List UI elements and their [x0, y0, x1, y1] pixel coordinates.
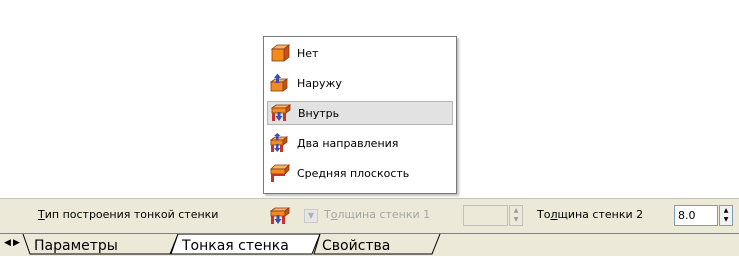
spin-down-icon[interactable]: ▼	[510, 215, 522, 224]
tab-properties[interactable]: Свойства	[322, 238, 390, 254]
wall-type-dropdown-button[interactable]: ▼	[304, 209, 318, 223]
tab-parameters[interactable]: Параметры	[34, 238, 118, 254]
tabs: Параметры Тонкая стенка Свойства	[22, 234, 441, 255]
menu-item-label: Средняя плоскость	[297, 166, 410, 180]
thickness1-label: Толщина стенки 1	[324, 208, 430, 221]
tab-bar: ◀ ▶ Параметры Тонкая стенка Свойства	[0, 233, 739, 257]
thickness2-label-pre: То	[537, 208, 551, 221]
wall-both-directions-icon	[269, 133, 289, 152]
spin-down-icon[interactable]: ▼	[720, 215, 732, 224]
thickness1-label-pre: Т	[324, 208, 331, 221]
thickness2-spinner[interactable]: ▲ ▼	[719, 205, 733, 226]
spin-up-icon[interactable]: ▲	[720, 206, 732, 215]
thickness1-spinner[interactable]: ▲ ▼	[509, 205, 523, 226]
tab-thin-wall[interactable]: Тонкая стенка	[181, 238, 289, 254]
thickness2-label-post: щина стенки 2	[557, 208, 644, 221]
tab-scroll-right-icon[interactable]: ▶	[13, 238, 20, 248]
menu-item-outward[interactable]: Наружу	[267, 71, 453, 95]
menu-item-inward[interactable]: Внутрь	[267, 101, 453, 125]
thickness2-label: Толщина стенки 2	[537, 208, 643, 221]
wall-none-icon	[270, 44, 291, 62]
thin-wall-parameters-row: Тип построения тонкой стенки ▼ Толщина с…	[0, 199, 739, 231]
wall-type-selector-icon[interactable]	[268, 206, 294, 226]
partial-text-line	[0, 0, 739, 6]
spin-up-icon[interactable]: ▲	[510, 206, 522, 215]
thickness1-input[interactable]	[463, 205, 508, 226]
wall-type-dropdown-menu: Нет Наружу Внутрь Два направления Средня…	[263, 36, 457, 194]
wall-type-label: Тип построения тонкой стенки	[38, 208, 218, 221]
wall-type-label-hotkey: Т	[38, 208, 45, 221]
menu-item-label: Внутрь	[298, 106, 340, 120]
thickness1-label-post: лщина стенки 1	[337, 208, 431, 221]
wall-inward-icon	[270, 104, 292, 121]
wall-type-label-text: ип построения тонкой стенки	[44, 208, 219, 221]
menu-item-both-directions[interactable]: Два направления	[267, 131, 453, 155]
menu-item-label: Два направления	[297, 136, 399, 150]
wall-midplane-icon	[270, 164, 290, 182]
wall-outward-icon	[269, 73, 289, 92]
thickness2-input[interactable]: 8.0	[674, 205, 718, 226]
menu-item-midplane[interactable]: Средняя плоскость	[267, 161, 453, 185]
menu-item-label: Нет	[297, 46, 319, 60]
tab-scroll-left-icon[interactable]: ◀	[4, 238, 11, 248]
properties-panel: Тип построения тонкой стенки ▼ Толщина с…	[0, 198, 739, 256]
menu-item-label: Наружу	[297, 76, 342, 90]
menu-item-none[interactable]: Нет	[267, 41, 453, 65]
